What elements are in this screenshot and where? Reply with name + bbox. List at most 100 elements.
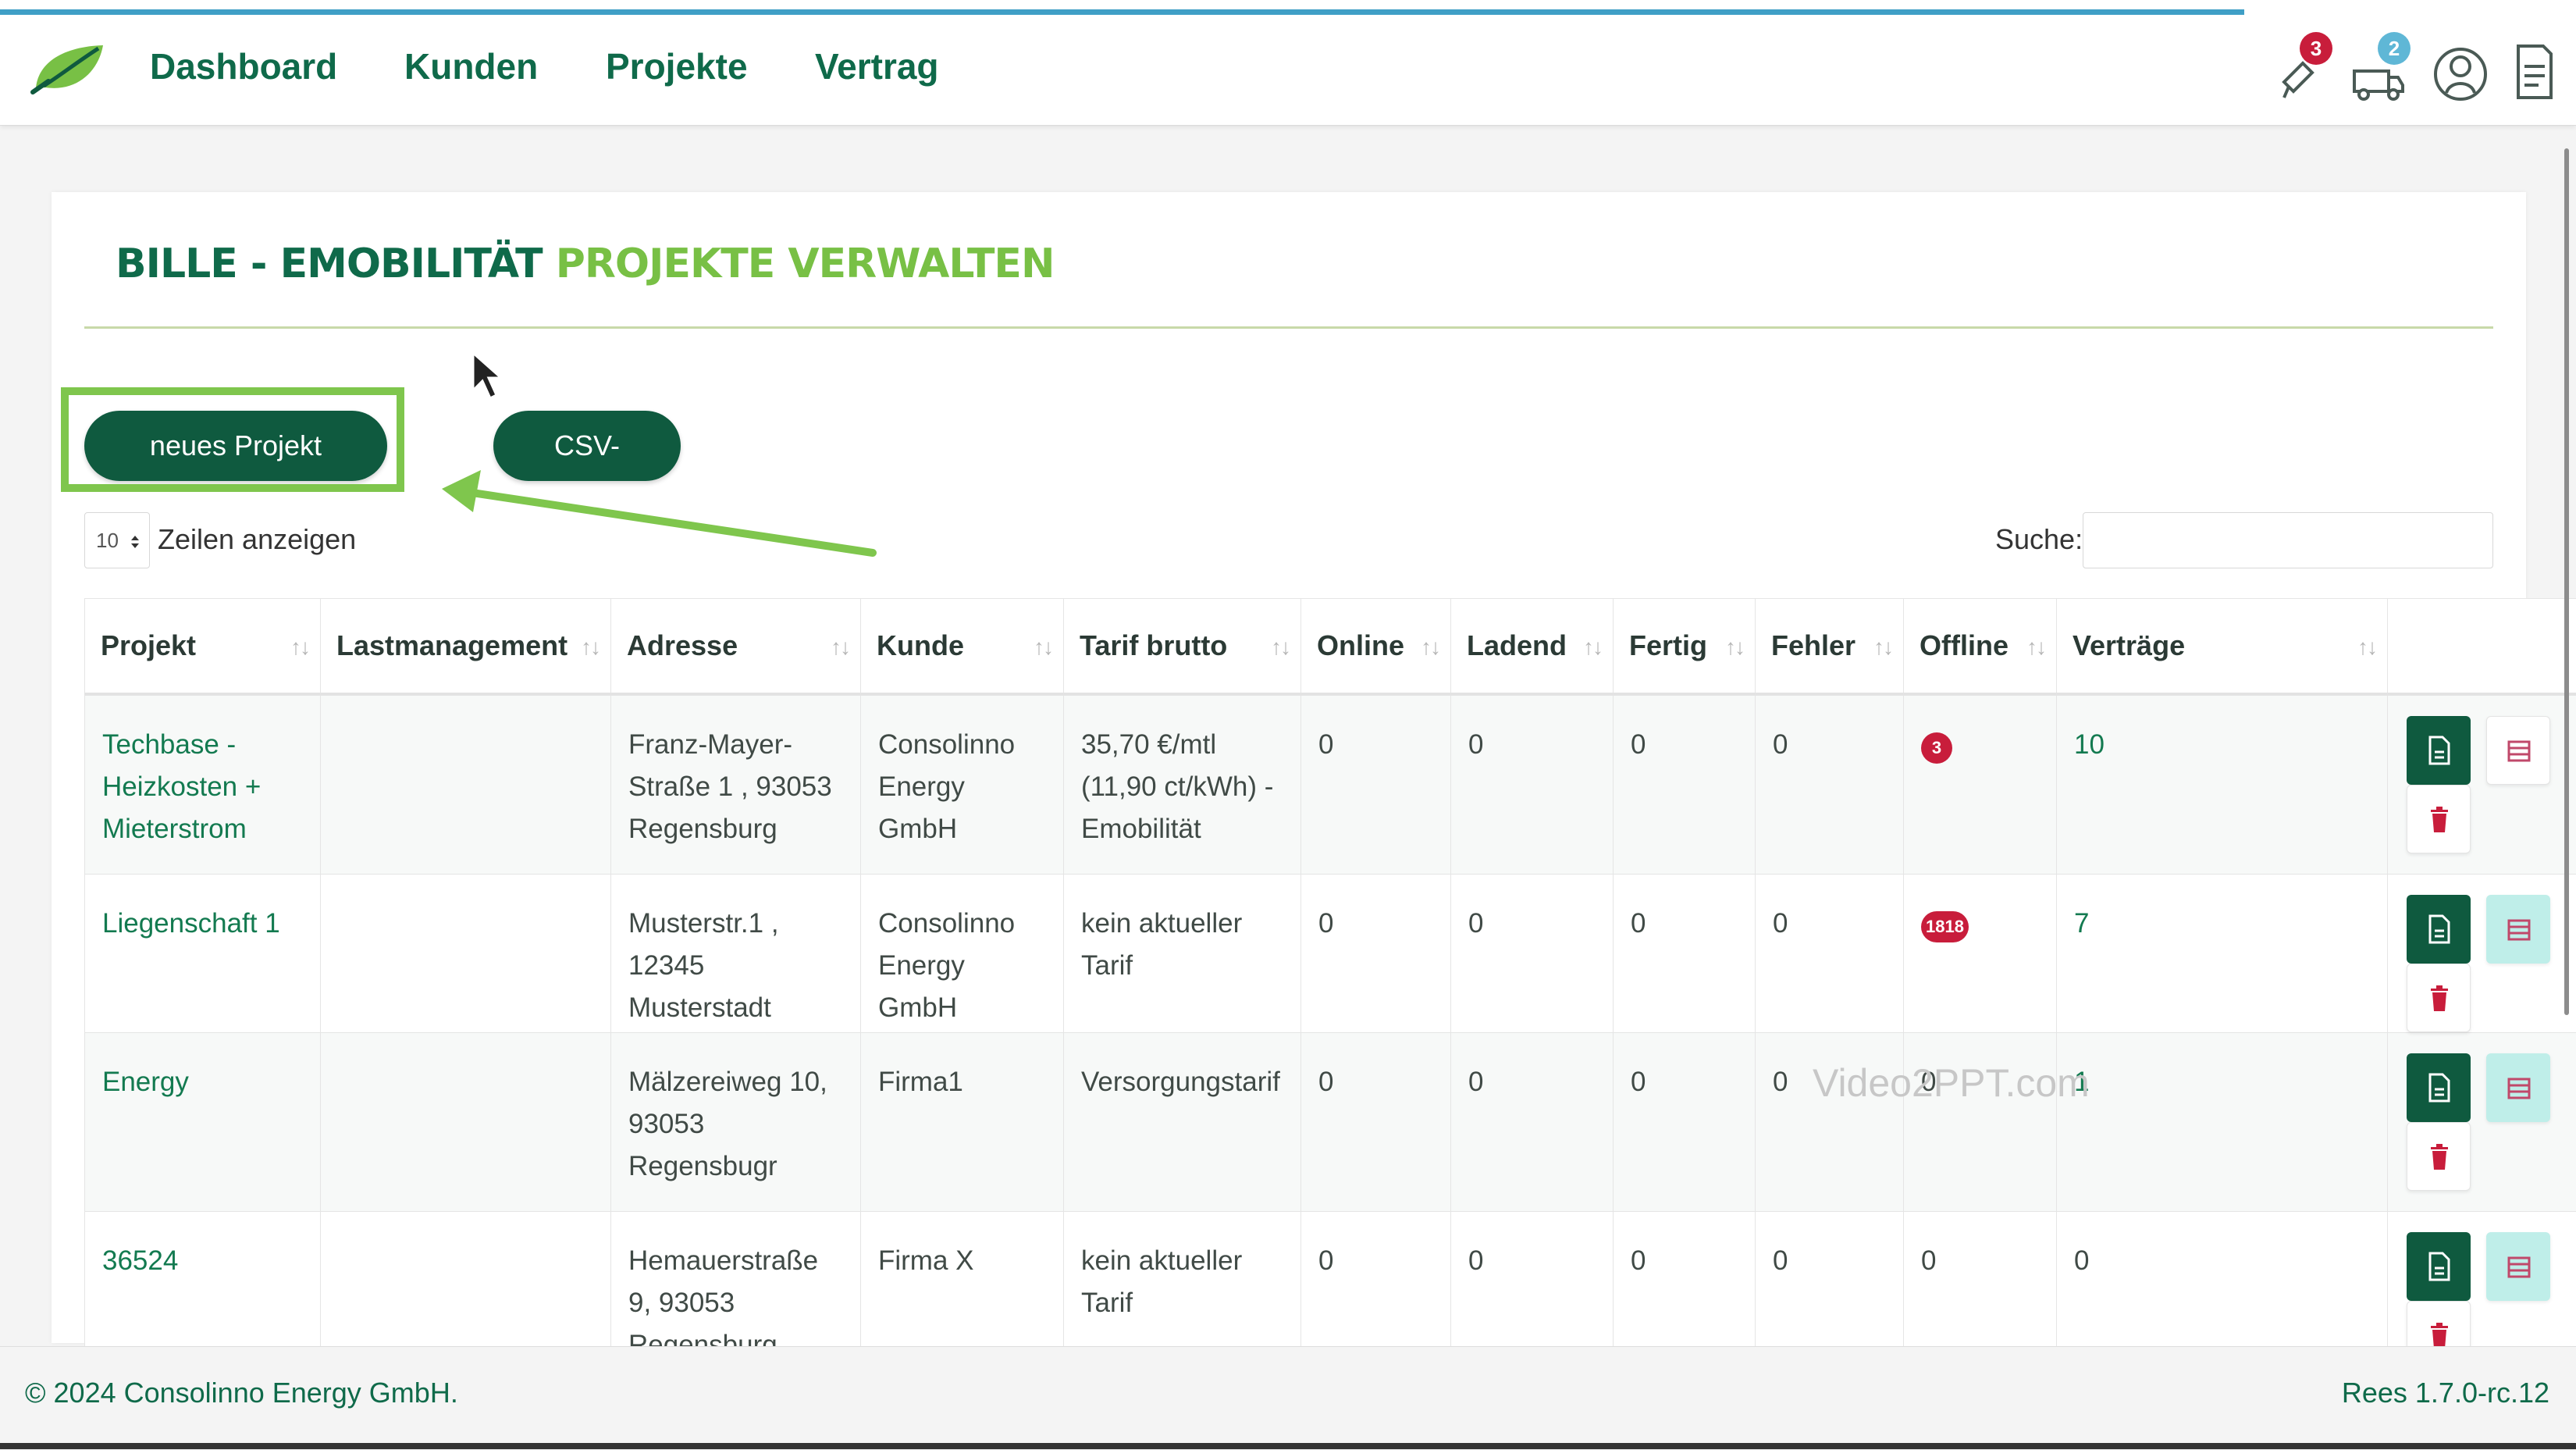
cell-tarif: Versorgungstarif [1064, 1033, 1301, 1212]
truck-icon[interactable]: 2 [2347, 35, 2409, 107]
list-icon [2506, 1252, 2532, 1283]
cell-adresse-text: Musterstr.1 , 12345 Musterstadt [628, 908, 779, 1023]
col-header-actions[interactable]: ↑↓ [2388, 599, 2576, 695]
cell-projekt: Liegenschaft 1 [85, 875, 321, 1033]
delete-button[interactable] [2407, 785, 2471, 853]
sort-icon[interactable]: ↑↓ [1583, 635, 1602, 660]
nav-kunden[interactable]: Kunden [404, 45, 538, 87]
sort-icon[interactable]: ↑↓ [1034, 635, 1052, 660]
leaf-logo-icon[interactable] [30, 41, 108, 95]
user-profile-icon[interactable] [2429, 35, 2492, 107]
alert-bell-icon[interactable]: 3 [2268, 35, 2331, 107]
cell-fertig-text: 0 [1631, 1067, 1646, 1097]
sort-icon[interactable]: ↑↓ [831, 635, 849, 660]
col-header-lastmanagement[interactable]: Lastmanagement↑↓ [321, 599, 611, 695]
open-document-button[interactable] [2407, 895, 2471, 964]
open-document-button[interactable] [2407, 1053, 2471, 1122]
cell-projekt-text[interactable]: Energy [102, 1067, 189, 1097]
cell-vertraege: 7 [2057, 875, 2388, 1033]
mouse-cursor-icon [471, 351, 504, 401]
search-input[interactable] [2083, 512, 2493, 568]
cell-offline: 0 [1904, 1033, 2057, 1212]
sort-icon[interactable]: ↑↓ [1421, 635, 1439, 660]
trash-icon [2426, 804, 2453, 835]
col-header-offline[interactable]: Offline↑↓ [1904, 599, 2057, 695]
cell-fertig-text: 0 [1631, 729, 1646, 760]
file-icon [2425, 735, 2452, 766]
list-view-button[interactable] [2486, 1232, 2550, 1301]
table-row: Liegenschaft 1 Musterstr.1 , 12345 Muster… [85, 875, 2576, 1033]
sort-icon[interactable]: ↑↓ [1271, 635, 1290, 660]
list-view-button[interactable] [2486, 895, 2550, 964]
sort-icon[interactable]: ↑↓ [1725, 635, 1744, 660]
open-document-button[interactable] [2407, 1232, 2471, 1301]
cell-ladend: 0 [1451, 694, 1614, 875]
footer-version: Rees 1.7.0-rc.12 [2342, 1377, 2549, 1409]
cell-online: 0 [1301, 1033, 1451, 1212]
cell-vertraege-text[interactable]: 10 [2074, 729, 2105, 760]
sort-icon[interactable]: ↑↓ [2357, 635, 2376, 660]
page-scrollbar[interactable] [2564, 148, 2569, 1015]
list-icon [2506, 914, 2532, 946]
cell-online-text: 0 [1318, 729, 1333, 760]
col-header-ladend[interactable]: Ladend↑↓ [1451, 599, 1614, 695]
list-view-button[interactable] [2486, 1053, 2550, 1122]
cell-lastmanagement [321, 875, 611, 1033]
title-divider [84, 326, 2493, 329]
footer: © 2024 Consolinno Energy GmbH. Rees 1.7.… [0, 1346, 2576, 1450]
cell-projekt-text[interactable]: Liegenschaft 1 [102, 908, 280, 939]
cell-offline: 3 [1904, 694, 2057, 875]
sort-icon[interactable]: ↑↓ [2026, 635, 2045, 660]
col-header-vertraege[interactable]: Verträge↑↓ [2057, 599, 2388, 695]
cell-projekt-text[interactable]: Techbase - Heizkosten + Mieterstrom [102, 729, 261, 844]
cell-fehler-text: 0 [1773, 1067, 1788, 1097]
col-header-online[interactable]: Online↑↓ [1301, 599, 1451, 695]
document-icon[interactable] [2503, 35, 2565, 107]
cell-projekt: Techbase - Heizkosten + Mieterstrom [85, 694, 321, 875]
cell-projekt: Energy [85, 1033, 321, 1212]
col-header-fehler[interactable]: Fehler↑↓ [1756, 599, 1904, 695]
col-header-fertig[interactable]: Fertig↑↓ [1614, 599, 1756, 695]
rows-per-page-value: 10 [96, 529, 119, 552]
list-icon [2506, 736, 2532, 767]
list-view-button[interactable] [2486, 716, 2550, 785]
cell-fertig: 0 [1614, 1033, 1756, 1212]
cell-fertig-text: 0 [1631, 908, 1646, 939]
cell-ladend-text: 0 [1468, 908, 1483, 939]
col-header-projekt[interactable]: Projekt↑↓ [85, 599, 321, 695]
col-header-adresse[interactable]: Adresse↑↓ [611, 599, 861, 695]
cell-vertraege-text[interactable]: 7 [2074, 908, 2089, 939]
cell-fehler-text: 0 [1773, 1245, 1788, 1276]
cell-ladend: 0 [1451, 875, 1614, 1033]
cell-ladend-text: 0 [1468, 729, 1483, 760]
sort-icon[interactable]: ↑↓ [581, 635, 600, 660]
cell-vertraege: 10 [2057, 694, 2388, 875]
cell-fehler: 0 [1756, 875, 1904, 1033]
sort-icon[interactable]: ↑↓ [290, 635, 309, 660]
open-document-button[interactable] [2407, 716, 2471, 785]
cell-projekt-text[interactable]: 36524 [102, 1245, 178, 1276]
sort-icon[interactable]: ↑↓ [1873, 635, 1892, 660]
cell-ladend: 0 [1451, 1033, 1614, 1212]
col-header-tarif[interactable]: Tarif brutto↑↓ [1064, 599, 1301, 695]
alert-count-badge: 3 [2300, 32, 2332, 65]
delete-button[interactable] [2407, 1122, 2471, 1191]
nav-projekte[interactable]: Projekte [606, 45, 748, 87]
rows-per-page-select[interactable]: 10 [84, 512, 150, 568]
delete-button[interactable] [2407, 964, 2471, 1032]
cell-fehler-text: 0 [1773, 908, 1788, 939]
page-title: BILLE - EMOBILITÄT PROJEKTE VERWALTEN [116, 240, 1054, 287]
cell-online-text: 0 [1318, 908, 1333, 939]
cell-kunde-text: Consolinno Energy GmbH [878, 729, 1015, 844]
cell-kunde-text: Consolinno Energy GmbH [878, 908, 1015, 1023]
cell-offline-text: 0 [1921, 1245, 1936, 1276]
table-row: EnergyMälzereiweg 10, 93053 RegensbugrFi… [85, 1033, 2576, 1212]
col-header-kunde[interactable]: Kunde↑↓ [861, 599, 1064, 695]
nav-vertrag[interactable]: Vertrag [815, 45, 939, 87]
cell-kunde: Consolinno Energy GmbH [861, 875, 1064, 1033]
annotation-arrow [436, 468, 881, 561]
cell-fehler: 0 [1756, 1033, 1904, 1212]
cell-online-text: 0 [1318, 1245, 1333, 1276]
cell-tarif: kein aktueller Tarif [1064, 875, 1301, 1033]
nav-dashboard[interactable]: Dashboard [150, 45, 337, 87]
